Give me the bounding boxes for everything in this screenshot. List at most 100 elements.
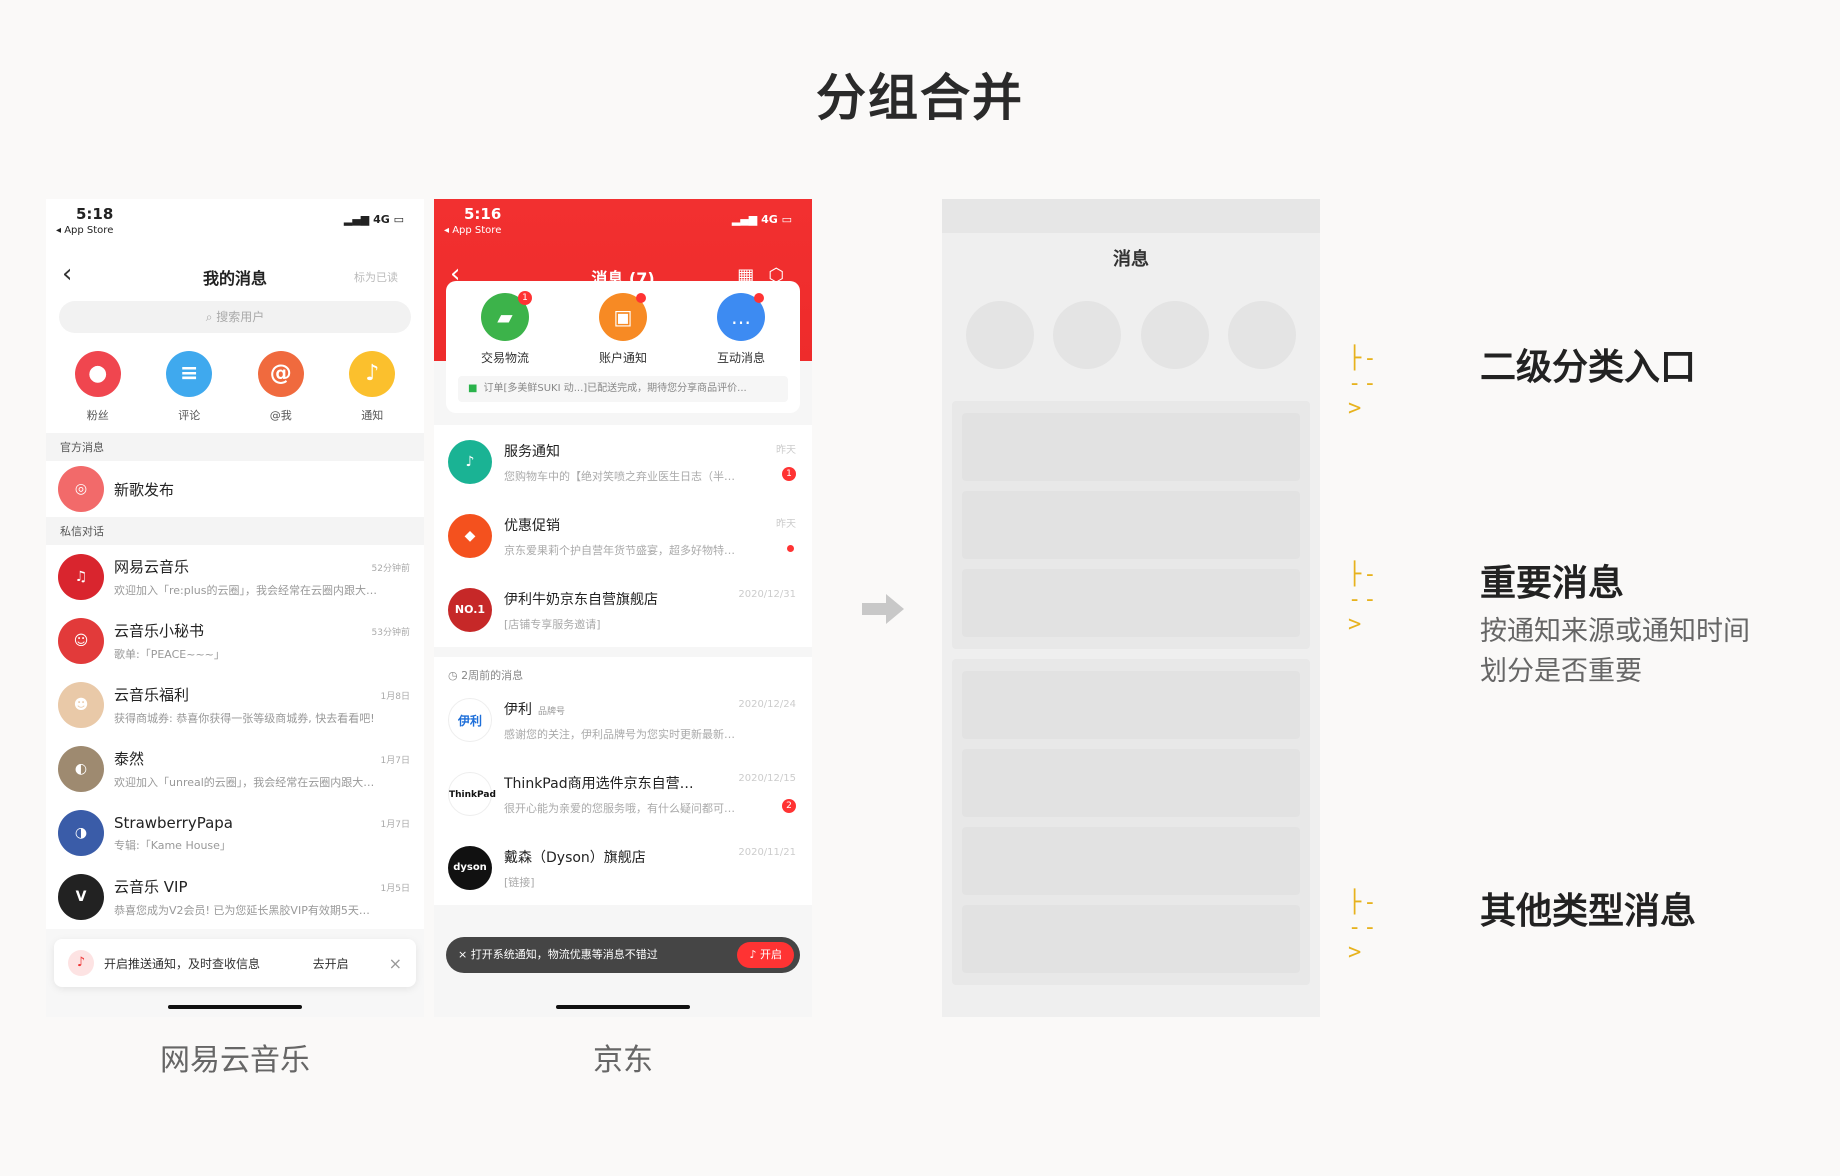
item-name-text: 伊利: [504, 701, 532, 718]
item-name: 伊利 品牌号: [504, 699, 772, 719]
arrow-right-icon: [862, 594, 904, 624]
home-indicator[interactable]: [168, 1005, 302, 1009]
truck-icon: ■: [468, 383, 478, 394]
placeholder-block: [962, 827, 1300, 895]
mark-read-button[interactable]: 标为已读: [354, 269, 398, 285]
category-label: 粉丝: [86, 409, 109, 422]
search-input[interactable]: ⌕ 搜索用户: [59, 301, 411, 333]
section-label-private: 私信对话: [46, 517, 424, 545]
item-preview: 感谢您的关注，伊利品牌号为您实时更新最新…: [504, 727, 735, 741]
brand-tag: 品牌号: [538, 706, 566, 717]
category-label: 账户通知: [598, 351, 647, 365]
list-item[interactable]: ♫ 网易云音乐 欢迎加入「re:plus的云圈」，我会经常在云圈内跟大… 52分钟前: [46, 545, 424, 609]
notification-toast[interactable]: × 打开系统通知，物流优惠等消息不错过 ♪ 开启: [446, 937, 800, 973]
placeholder-circle: [1228, 301, 1297, 369]
category-mentions[interactable]: @ @我: [241, 351, 321, 423]
placeholder-block: [962, 413, 1300, 481]
category-fans[interactable]: ● 粉丝: [58, 351, 138, 423]
list-item[interactable]: 伊利 伊利 品牌号 感谢您的关注，伊利品牌号为您实时更新最新… 2020/12/24: [434, 683, 812, 757]
category-label: 互动消息: [716, 351, 765, 365]
search-placeholder: 搜索用户: [216, 310, 265, 324]
item-preview: 京东爱果莉个护自营年货节盛宴，超多好物特…: [504, 543, 735, 557]
wireframe-other-group: [952, 659, 1310, 985]
unread-badge: 1: [518, 291, 532, 305]
item-preview: 获得商城券: 恭喜你获得一张等级商城券, 快去看看吧!: [114, 712, 375, 725]
wireframe-important-group: [952, 401, 1310, 649]
item-preview: 专辑:「Kame House」: [114, 838, 231, 852]
placeholder-block: [962, 569, 1300, 637]
category-account[interactable]: ▣ 账户通知: [578, 293, 668, 366]
unread-badge: 2: [782, 799, 796, 813]
category-interaction[interactable]: … 互动消息: [696, 293, 786, 366]
category-logistics[interactable]: ▰ 1 交易物流: [460, 291, 550, 366]
list-item[interactable]: ◐ 泰然 欢迎加入「unreal的云圈」，我会经常在云圈内跟大… 1月7日: [46, 737, 424, 801]
item-time: 1月7日: [380, 756, 410, 766]
status-bar: 5:16 ◂ App Store ▂▄▆ 4G ▭: [434, 199, 812, 257]
annotation-description: 按通知来源或通知时间 划分是否重要: [1480, 612, 1750, 692]
placeholder-circle: [1140, 301, 1209, 369]
avatar: NO.1: [448, 588, 492, 632]
close-icon[interactable]: ×: [389, 954, 402, 973]
item-time: 52分钟前: [371, 564, 410, 574]
signal-indicator: ▂▄▆ 4G ▭: [343, 213, 404, 226]
push-text: 开启推送通知，及时查收信息: [104, 956, 261, 971]
description-line: 划分是否重要: [1480, 656, 1642, 687]
category-comments[interactable]: ≡ 评论: [149, 351, 229, 423]
item-name: 优惠促销: [504, 517, 560, 534]
item-time: 2020/12/24: [738, 699, 796, 710]
toast-action-label: 开启: [760, 948, 782, 961]
avatar: V: [58, 874, 104, 920]
item-preview: 您购物车中的【绝对笑喷之弃业医生日志（半…: [504, 469, 735, 483]
item-time: 1月8日: [380, 692, 410, 702]
back-to-app-link[interactable]: ◂ App Store: [444, 225, 501, 236]
bell-icon: ♪: [448, 440, 492, 484]
wireframe-category-entries: [942, 271, 1320, 369]
category-card: ▰ 1 交易物流 ▣ 账户通知 … 互动消息 ■ 订单[多美鲜SUKI 动...]已配送完…: [446, 281, 800, 413]
wireframe-title: 消息: [1113, 249, 1149, 270]
avatar: 伊利: [448, 698, 492, 742]
list-item[interactable]: ◎ 新歌发布: [46, 461, 424, 517]
annotation-label: 其他类型消息: [1480, 891, 1697, 932]
item-preview: [链接]: [504, 875, 535, 889]
status-time: 5:16: [464, 205, 502, 223]
list-item[interactable]: ◑ StrawberryPapa 专辑:「Kame House」 1月7日: [46, 801, 424, 865]
home-indicator[interactable]: [556, 1005, 690, 1009]
avatar: ◑: [58, 810, 104, 856]
enable-push-button[interactable]: 去开启: [313, 955, 349, 972]
wireframe: 消息: [942, 199, 1320, 1017]
section-label-official: 官方消息: [46, 433, 424, 461]
list-item[interactable]: ♪ 服务通知 您购物车中的【绝对笑喷之弃业医生日志（半… 昨天 1: [434, 425, 812, 499]
category-label: 通知: [361, 409, 384, 422]
list-item[interactable]: ThinkPad ThinkPad商用选件京东自营… 很开心能为亲爱的您服务哦，有什…: [434, 757, 812, 831]
caption-netease: 网易云音乐: [160, 1043, 310, 1078]
network-label: 4G: [761, 213, 778, 226]
item-time: 昨天: [776, 519, 796, 530]
item-preview: 很开心能为亲爱的您服务哦，有什么疑问都可…: [504, 801, 735, 815]
item-time: 2020/12/31: [738, 589, 796, 600]
list-item[interactable]: ☺ 云音乐小秘书 歌单:「PEACE~~~」 53分钟前: [46, 609, 424, 673]
logistics-note[interactable]: ■ 订单[多美鲜SUKI 动...]已配送完成，期待您分享商品评价...: [458, 376, 788, 402]
status-time: 5:18: [76, 205, 114, 223]
enable-notification-button[interactable]: ♪ 开启: [737, 942, 794, 968]
list-item[interactable]: NO.1 伊利牛奶京东自营旗舰店 [店铺专享服务邀请] 2020/12/31: [434, 573, 812, 647]
other-group: ◷ 2周前的消息 伊利 伊利 品牌号 感谢您的关注，伊利品牌号为您实时更新最新… 202…: [434, 657, 812, 905]
status-bar: 5:18 ◂ App Store ▂▄▆ 4G ▭: [46, 199, 424, 257]
list-item[interactable]: dyson 戴森（Dyson）旗舰店 [链接] 2020/11/21: [434, 831, 812, 905]
list-item[interactable]: V 云音乐 VIP 恭喜您成为V2会员! 已为您延长黑胶VIP有效期5天… 1月5日: [46, 865, 424, 929]
list-item[interactable]: ☻ 云音乐福利 获得商城券: 恭喜你获得一张等级商城券, 快去看看吧! 1月8日: [46, 673, 424, 737]
category-notices[interactable]: ♪ 通知: [332, 351, 412, 423]
signal-indicator: ▂▄▆ 4G ▭: [731, 213, 792, 226]
item-preview: 欢迎加入「unreal的云圈」，我会经常在云圈内跟大…: [114, 776, 375, 789]
unread-badge: 1: [782, 467, 796, 481]
item-name: StrawberryPapa: [114, 813, 234, 832]
list-item[interactable]: ◆ 优惠促销 京东爱果莉个护自营年货节盛宴，超多好物特… 昨天: [434, 499, 812, 573]
caption-jd: 京东: [593, 1043, 653, 1078]
dashed-arrow-icon: ├--->: [1348, 890, 1379, 965]
avatar: dyson: [448, 846, 492, 890]
placeholder-circle: [965, 301, 1034, 369]
item-time: 1月5日: [380, 884, 410, 894]
back-to-app-link[interactable]: ◂ App Store: [56, 225, 113, 236]
item-time: 昨天: [776, 445, 796, 456]
item-preview: [店铺专享服务邀请]: [504, 617, 601, 631]
toast-text: × 打开系统通知，物流优惠等消息不错过: [458, 948, 658, 961]
